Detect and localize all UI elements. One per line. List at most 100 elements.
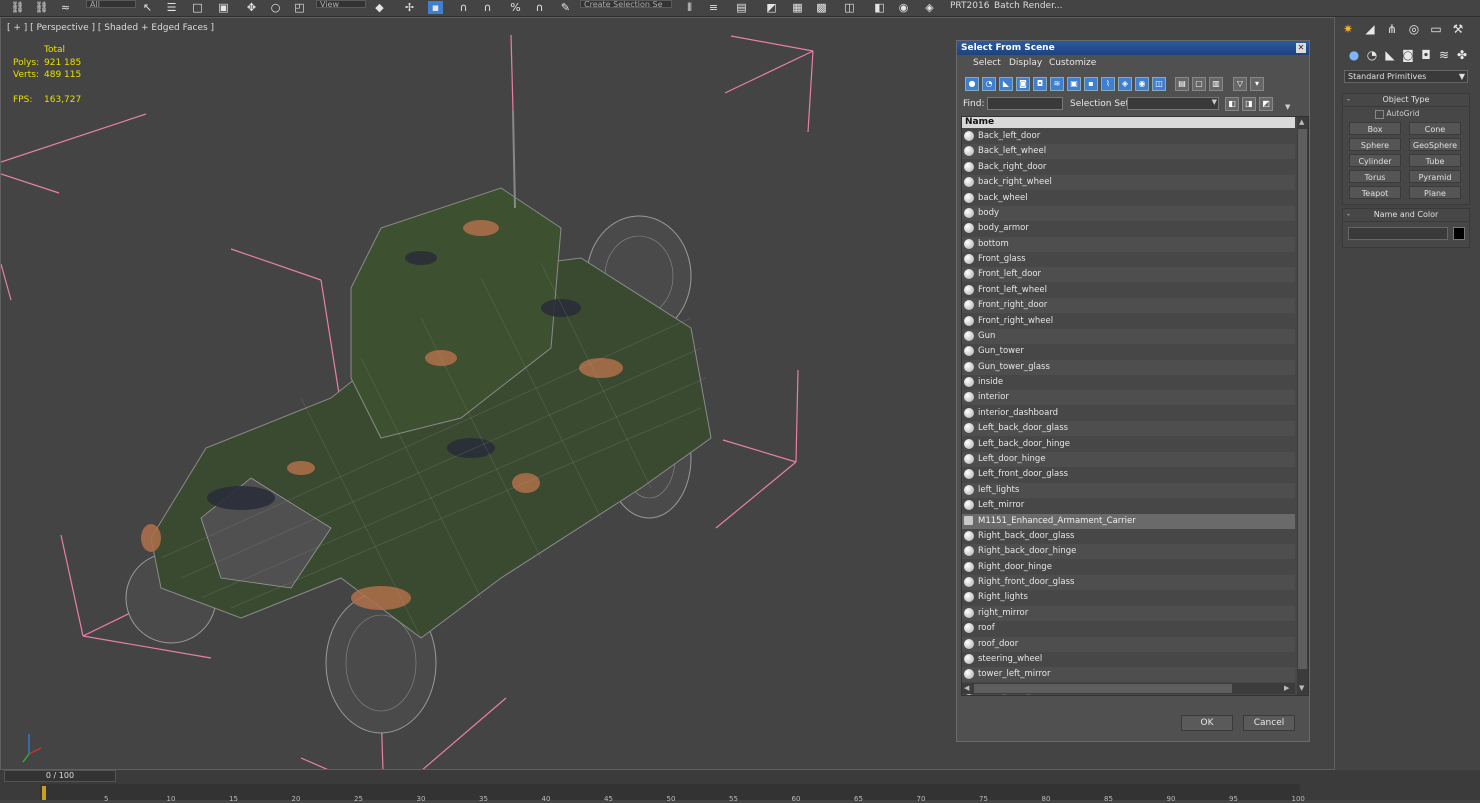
torus-button[interactable]: Torus <box>1349 170 1401 183</box>
scroll-right-icon[interactable]: ▶ <box>1284 683 1289 693</box>
track-bar[interactable]: 5 10 15 20 25 30 35 40 45 50 55 60 65 70 75 80 85 90 95 100 <box>40 784 1305 803</box>
list-item[interactable]: Right_lights <box>962 590 1295 605</box>
geometry-filter-icon[interactable]: ● <box>965 77 979 91</box>
list-item[interactable]: Back_right_door <box>962 160 1295 175</box>
list-item[interactable]: Left_back_door_hinge <box>962 437 1295 452</box>
sel-set-add-icon[interactable]: ◧ <box>1225 97 1239 111</box>
helpers-icon[interactable]: ◘ <box>1418 47 1434 63</box>
list-item[interactable]: inside <box>962 375 1295 390</box>
modify-icon[interactable]: ◢ <box>1362 21 1378 37</box>
list-item[interactable]: Front_left_wheel <box>962 283 1295 298</box>
snap-icon[interactable]: ∩ <box>456 1 471 14</box>
bind-spacewarp-icon[interactable]: ≈ <box>58 1 73 14</box>
utilities-icon[interactable]: ⚒ <box>1450 21 1466 37</box>
list-item[interactable]: right_mirror <box>962 605 1295 621</box>
list-item[interactable]: Gun <box>962 328 1295 344</box>
list-item[interactable]: roof_door <box>962 636 1295 652</box>
list-item[interactable]: Left_door_hinge <box>962 451 1295 467</box>
cylinder-button[interactable]: Cylinder <box>1349 154 1401 167</box>
cameras-filter-icon[interactable]: ◙ <box>1016 77 1030 91</box>
vertical-scrollbar[interactable]: ▲ ▼ <box>1297 117 1308 695</box>
material-editor-icon[interactable]: ▩ <box>814 1 829 14</box>
list-item[interactable]: tower_left_mirror <box>962 667 1295 683</box>
systems-icon[interactable]: ✤ <box>1454 47 1470 63</box>
scale-icon[interactable]: ◰ <box>292 1 307 14</box>
find-input[interactable] <box>987 97 1063 110</box>
spinner-snap-icon[interactable]: ∩ <box>532 1 547 14</box>
lights-filter-icon[interactable]: ◣ <box>999 77 1013 91</box>
cancel-button[interactable]: Cancel <box>1243 715 1295 731</box>
display-icon[interactable]: ▭ <box>1428 21 1444 37</box>
list-item[interactable]: interior_dashboard <box>962 406 1295 421</box>
list-item[interactable]: interior <box>962 390 1295 406</box>
filter-options-icon[interactable]: ▾ <box>1250 77 1264 91</box>
hidden-filter-icon[interactable]: ◫ <box>1152 77 1166 91</box>
manipulate-icon[interactable]: ✢ <box>402 1 417 14</box>
list-item[interactable]: body <box>962 205 1295 221</box>
list-item[interactable]: Front_glass <box>962 252 1295 267</box>
prt-label[interactable]: PRT2016 <box>950 1 989 11</box>
scroll-down-icon[interactable]: ▼ <box>1299 683 1304 693</box>
horizontal-scrollbar[interactable]: ◀ ▶ <box>962 683 1295 694</box>
select-invert-icon[interactable]: ▥ <box>1209 77 1223 91</box>
close-icon[interactable]: ✕ <box>1296 43 1306 53</box>
cameras-icon[interactable]: ◙ <box>1400 47 1416 63</box>
containers-filter-icon[interactable]: ◈ <box>1118 77 1132 91</box>
named-selection-dropdown[interactable]: Create Selection Se <box>580 0 672 8</box>
ok-button[interactable]: OK <box>1181 715 1233 731</box>
sun-icon[interactable]: ✷ <box>1340 21 1356 37</box>
scroll-left-icon[interactable]: ◀ <box>964 683 969 693</box>
select-none-icon[interactable]: ▢ <box>1192 77 1206 91</box>
ref-coord-dropdown[interactable]: View <box>316 0 366 8</box>
scroll-up-icon[interactable]: ▲ <box>1299 117 1304 127</box>
list-item[interactable]: Left_back_door_glass <box>962 421 1295 437</box>
motion-icon[interactable]: ◎ <box>1406 21 1422 37</box>
tube-button[interactable]: Tube <box>1409 154 1461 167</box>
viewport-label[interactable]: [ + ] [ Perspective ] [ Shaded + Edged F… <box>7 23 214 33</box>
edit-named-sel-icon[interactable]: ✎ <box>558 1 573 14</box>
list-item[interactable]: Left_front_door_glass <box>962 467 1295 482</box>
menu-select[interactable]: Select <box>973 58 1001 68</box>
list-item[interactable]: Gun_tower_glass <box>962 359 1295 375</box>
bones-filter-icon[interactable]: ⌇ <box>1101 77 1115 91</box>
sphere-button[interactable]: Sphere <box>1349 138 1401 151</box>
list-item[interactable]: Front_left_door <box>962 267 1295 283</box>
list-item[interactable]: steering_wheel <box>962 652 1295 667</box>
unlink-icon[interactable]: ⛓ <box>34 1 49 14</box>
object-name-field[interactable] <box>1348 227 1448 240</box>
filter-icon[interactable]: ▽ <box>1233 77 1247 91</box>
list-item[interactable]: back_right_wheel <box>962 175 1295 191</box>
schematic-icon[interactable]: ▦ <box>790 1 805 14</box>
menu-display[interactable]: Display <box>1009 58 1042 68</box>
mirror-icon[interactable]: ⫴ <box>682 1 697 14</box>
object-color-swatch[interactable] <box>1453 227 1465 240</box>
box-button[interactable]: Box <box>1349 122 1401 135</box>
dialog-titlebar[interactable]: Select From Scene <box>957 41 1309 55</box>
rect-selection-icon[interactable]: □ <box>190 1 205 14</box>
select-all-icon[interactable]: ▤ <box>1175 77 1189 91</box>
selection-filter-dropdown[interactable]: All <box>86 0 136 8</box>
keyboard-shortcut-icon[interactable]: ▪ <box>428 1 443 14</box>
list-item[interactable]: body_armor <box>962 221 1295 236</box>
spacewarps-icon[interactable]: ≋ <box>1436 47 1452 63</box>
pivot-icon[interactable]: ◆ <box>372 1 387 14</box>
category-dropdown[interactable]: Standard Primitives ▼ <box>1344 70 1468 83</box>
geosphere-button[interactable]: GeoSphere <box>1409 138 1461 151</box>
frozen-filter-icon[interactable]: ◉ <box>1135 77 1149 91</box>
percent-snap-icon[interactable]: % <box>508 1 523 14</box>
render-setup-icon[interactable]: ◫ <box>842 1 857 14</box>
time-slider[interactable]: 0 / 100 <box>4 770 116 782</box>
list-item[interactable]: Front_right_wheel <box>962 314 1295 329</box>
lights-icon[interactable]: ◣ <box>1382 47 1398 63</box>
render-icon[interactable]: ◉ <box>896 1 911 14</box>
menu-customize[interactable]: Customize <box>1049 58 1096 68</box>
angle-snap-icon[interactable]: ∩ <box>480 1 495 14</box>
chevron-down-icon[interactable]: ▼ <box>1285 103 1290 111</box>
spacewarps-filter-icon[interactable]: ≋ <box>1050 77 1064 91</box>
select-object-icon[interactable]: ↖ <box>140 1 155 14</box>
sel-set-manage-icon[interactable]: ◩ <box>1259 97 1273 111</box>
list-item[interactable]: Back_left_wheel <box>962 144 1295 160</box>
list-item[interactable]: M1151_Enhanced_Armament_Carrier <box>962 513 1295 529</box>
teapot-button[interactable]: Teapot <box>1349 186 1401 199</box>
window-crossing-icon[interactable]: ▣ <box>216 1 231 14</box>
